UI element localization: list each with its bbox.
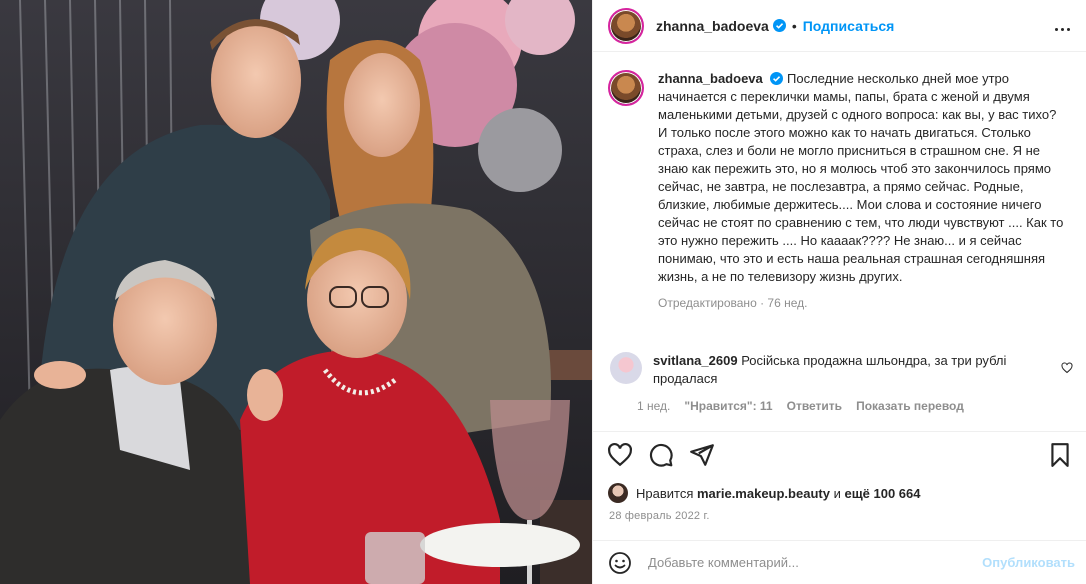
caption: zhanna_badoeva Последние несколько дней … — [608, 70, 1068, 312]
action-bar — [593, 431, 1086, 483]
comment-actions: 1 нед. "Нравится": 11 Ответить Показать … — [637, 399, 964, 413]
comment-input[interactable] — [648, 555, 968, 570]
follow-button[interactable]: Подписаться — [803, 18, 895, 34]
post-details-panel: zhanna_badoeva • Подписаться zhanna_bado… — [592, 0, 1086, 584]
post-photo[interactable] — [0, 0, 592, 584]
caption-username[interactable]: zhanna_badoeva — [658, 71, 763, 86]
commenter-avatar[interactable] — [610, 352, 642, 384]
verified-icon — [772, 19, 786, 32]
comment-age[interactable]: 1 нед. — [637, 399, 670, 413]
commenter-username[interactable]: svitlana_2609 — [653, 353, 738, 368]
publish-button[interactable]: Опубликовать — [982, 555, 1075, 570]
comment: svitlana_2609 Російська продажна шльондр… — [608, 352, 1073, 388]
reply-button[interactable]: Ответить — [787, 399, 842, 413]
edited-label: Отредактировано · 76 нед. — [658, 296, 808, 310]
separator-dot: • — [791, 17, 797, 34]
heart-icon[interactable] — [607, 442, 633, 468]
post-header: zhanna_badoeva • Подписаться — [593, 0, 1086, 52]
caption-text: zhanna_badoeva Последние несколько дней … — [658, 70, 1068, 312]
caption-author-avatar[interactable] — [608, 70, 644, 106]
verified-icon — [770, 72, 784, 85]
likes-count[interactable]: ещё 100 664 — [844, 486, 920, 501]
instagram-post: zhanna_badoeva • Подписаться zhanna_bado… — [0, 0, 1086, 584]
comment-like-heart-icon[interactable] — [1061, 362, 1073, 374]
likes-prefix: Нравится — [636, 485, 694, 501]
liker-avatar[interactable] — [608, 483, 628, 503]
post-date[interactable]: 28 февраль 2022 г. — [609, 510, 710, 522]
smile-icon[interactable] — [608, 551, 632, 575]
bookmark-icon[interactable] — [1047, 442, 1073, 468]
more-icon[interactable] — [1055, 18, 1073, 34]
comment-likes[interactable]: "Нравится": 11 — [684, 399, 772, 413]
family-photo-image — [0, 0, 592, 584]
author-username[interactable]: zhanna_badoeva — [656, 18, 769, 34]
add-comment-bar: Опубликовать — [593, 540, 1086, 584]
comment-text: svitlana_2609 Російська продажна шльондр… — [653, 352, 1043, 388]
caption-body: Последние несколько дней мое утро начина… — [658, 71, 1064, 284]
comment-icon[interactable] — [648, 442, 674, 468]
translate-button[interactable]: Показать перевод — [856, 399, 964, 413]
likes-middle: и — [833, 485, 841, 501]
share-icon[interactable] — [689, 442, 715, 468]
likes-summary: Нравится marie.makeup.beauty и ещё 100 6… — [608, 483, 921, 503]
liker-username[interactable]: marie.makeup.beauty — [697, 486, 830, 501]
author-avatar[interactable] — [608, 7, 644, 44]
